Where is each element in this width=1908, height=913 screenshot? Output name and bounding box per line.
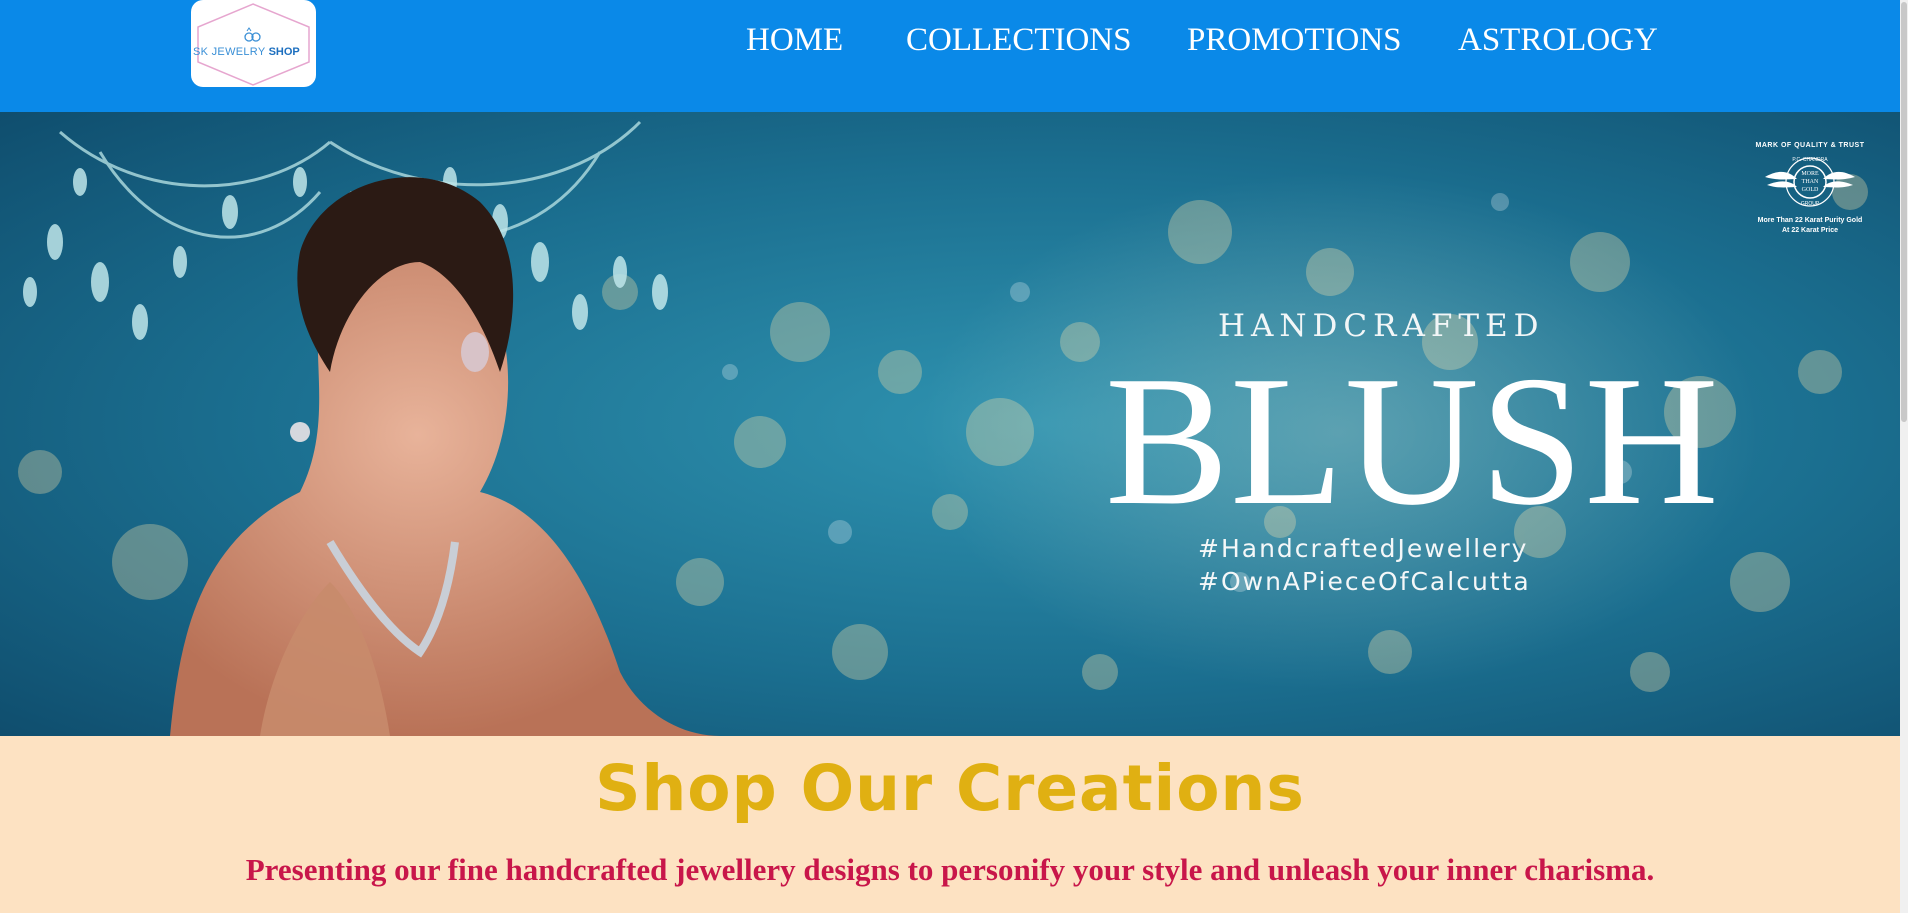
emblem-line-1: MORE [1801, 171, 1819, 177]
quality-badge: MARK OF QUALITY & TRUST MORE THAN GOLD P… [1745, 142, 1875, 236]
logo-text-part2: SHOP [268, 46, 300, 58]
badge-line-2: At 22 Karat Price [1781, 227, 1839, 234]
logo-hexagon-icon [197, 3, 310, 86]
navbar: SK JEWELRY SHOP HOME COLLECTIONS PROMOTI… [0, 0, 1908, 112]
logo-text: SK JEWELRY SHOP [193, 46, 300, 58]
badge-top-text: MARK OF QUALITY & TRUST [1755, 142, 1865, 149]
banner-hashtag-1: #HandcraftedJewellery [1198, 534, 1529, 563]
nav-promotions-link[interactable]: PROMOTIONS [1187, 22, 1402, 59]
emblem-line-3: GOLD [1802, 187, 1819, 193]
badge-line-1: More Than 22 Karat Purity Gold [1757, 217, 1863, 224]
emblem-line-2: THAN [1802, 179, 1819, 185]
banner-hashtag-2: #OwnAPieceOfCalcutta [1198, 567, 1531, 596]
nav-home-link[interactable]: HOME [746, 22, 843, 59]
banner-headline: BLUSH [1105, 338, 1720, 544]
scrollbar-thumb[interactable] [1901, 2, 1907, 422]
logo-text-part1: SK JEWELRY [193, 46, 266, 58]
page-scrollbar[interactable] [1900, 0, 1908, 913]
section-subtitle: Presenting our fine handcrafted jeweller… [245, 852, 1655, 887]
section-title: Shop Our Creations [595, 752, 1305, 825]
nav-astrology-link[interactable]: ASTROLOGY [1458, 22, 1658, 59]
site-logo[interactable]: SK JEWELRY SHOP [191, 0, 316, 87]
nav-collections-link[interactable]: COLLECTIONS [906, 22, 1132, 59]
emblem-ring-top: P.C. CHANDRA [1792, 157, 1828, 163]
emblem-ring-bottom: GROUP [1801, 201, 1820, 207]
hero-banner[interactable]: HANDCRAFTED BLUSH #HandcraftedJewellery … [0, 112, 1900, 736]
wings-emblem-icon: MORE THAN GOLD P.C. CHANDRA GROUP [1765, 157, 1855, 207]
